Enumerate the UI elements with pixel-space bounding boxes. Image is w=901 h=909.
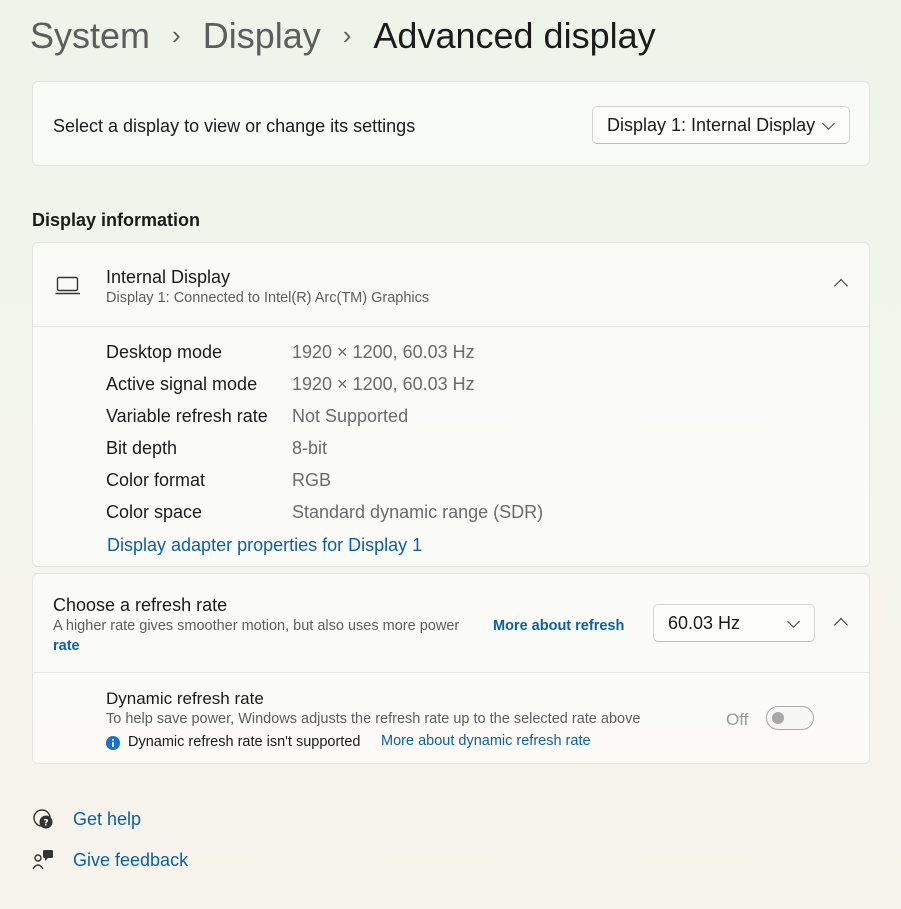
- section-title: Display information: [32, 210, 201, 230]
- more-about-refresh-link[interactable]: More about refresh: [493, 618, 624, 634]
- info-icon: [106, 736, 120, 750]
- dynamic-refresh-description: To help save power, Windows adjusts the …: [106, 711, 641, 727]
- display-adapter-link[interactable]: Display adapter properties for Display 1: [107, 535, 422, 556]
- dynamic-refresh-toggle[interactable]: [766, 706, 814, 730]
- display-select-dropdown[interactable]: Display 1: Internal Display: [592, 106, 850, 144]
- display-select-value: Display 1: Internal Display: [607, 114, 816, 135]
- info-label-variable-refresh-rate: Variable refresh rate: [106, 406, 268, 426]
- info-label-active-signal-mode: Active signal mode: [106, 374, 258, 394]
- dynamic-notice: Dynamic refresh rate isn't supported: [128, 734, 361, 750]
- svg-text:?: ?: [43, 819, 48, 829]
- info-value-variable-refresh-rate: Not Supported: [292, 406, 409, 426]
- chevron-down-icon: [822, 117, 835, 130]
- refresh-rate-description: A higher rate gives smoother motion, but…: [53, 618, 460, 634]
- dynamic-refresh-title: Dynamic refresh rate: [106, 689, 264, 708]
- chevron-right-icon: ›: [172, 19, 181, 50]
- breadcrumb: System › Display › Advanced display: [30, 12, 656, 60]
- info-value-color-space: Standard dynamic range (SDR): [292, 502, 544, 522]
- give-feedback-link[interactable]: Give feedback: [73, 850, 188, 871]
- info-value-active-signal-mode: 1920 × 1200, 60.03 Hz: [292, 374, 475, 394]
- more-about-refresh-link-cont[interactable]: rate: [53, 638, 80, 654]
- toggle-knob: [772, 712, 784, 724]
- refresh-rate-value: 60.03 Hz: [668, 612, 741, 633]
- feedback-icon: [32, 850, 53, 870]
- refresh-rate-dropdown[interactable]: 60.03 Hz: [653, 604, 815, 642]
- info-label-desktop-mode: Desktop mode: [106, 342, 223, 362]
- get-help-link[interactable]: Get help: [73, 809, 141, 830]
- info-label-color-space: Color space: [106, 502, 203, 522]
- more-about-dynamic-link[interactable]: More about dynamic refresh rate: [381, 733, 591, 749]
- info-value-color-format: RGB: [292, 470, 332, 490]
- breadcrumb-system[interactable]: System: [30, 15, 150, 57]
- page-title: Advanced display: [373, 15, 656, 56]
- toggle-state-label: Off: [726, 710, 749, 729]
- info-label-bit-depth: Bit depth: [106, 438, 178, 458]
- refresh-rate-title: Choose a refresh rate: [53, 595, 228, 615]
- display-select-label: Select a display to view or change its s…: [53, 116, 416, 136]
- display-name: Internal Display: [106, 267, 231, 287]
- chevron-right-icon: ›: [342, 19, 352, 50]
- help-icon: ?: [33, 809, 53, 829]
- chevron-down-icon: [787, 615, 800, 628]
- info-value-desktop-mode: 1920 × 1200, 60.03 Hz: [292, 342, 475, 362]
- breadcrumb-display[interactable]: Display: [203, 15, 321, 57]
- divider: [33, 326, 869, 327]
- display-subtitle: Display 1: Connected to Intel(R) Arc(TM)…: [106, 290, 430, 306]
- laptop-icon: [55, 276, 80, 295]
- info-label-color-format: Color format: [106, 470, 206, 490]
- divider: [33, 672, 869, 673]
- info-value-bit-depth: 8-bit: [292, 438, 328, 458]
